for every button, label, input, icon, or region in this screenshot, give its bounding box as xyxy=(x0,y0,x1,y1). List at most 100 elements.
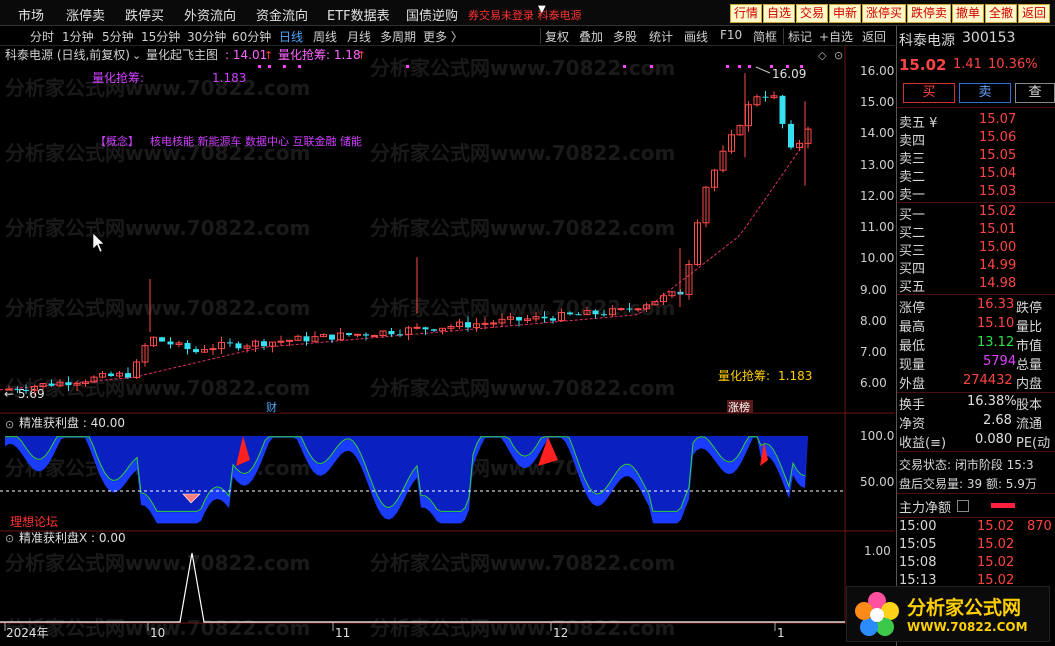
period-1min[interactable]: 1分钟 xyxy=(62,28,94,45)
quick-cancel-all-button[interactable]: 全撤 xyxy=(985,4,1018,23)
tool-overlay-button[interactable]: 叠加 xyxy=(579,28,603,45)
panel2-title: 精准获利盘 : 40.00 xyxy=(19,415,125,430)
watermark-text: 分析家公式网www.70822.com xyxy=(5,216,310,240)
stock-code: 300153 xyxy=(962,30,1016,46)
net-flow-bar xyxy=(991,503,1015,508)
ask-5-price[interactable]: 15.07 xyxy=(979,112,1016,127)
bid-3-price[interactable]: 15.00 xyxy=(979,240,1016,255)
price-tick: 13.00 xyxy=(860,158,894,172)
quick-cancel-button[interactable]: 撤单 xyxy=(952,4,985,23)
ask-1-price[interactable]: 15.03 xyxy=(979,184,1016,199)
ask-5-label: 卖五 ¥ xyxy=(899,116,938,131)
bid-2-price[interactable]: 15.01 xyxy=(979,222,1016,237)
quick-quote-button[interactable]: 行情 xyxy=(730,4,763,23)
stat-label: 涨停 xyxy=(899,301,926,316)
price-tick: 9.00 xyxy=(860,283,887,297)
candle-body xyxy=(193,349,199,353)
candle-body xyxy=(788,123,794,148)
quick-back-button[interactable]: 返回 xyxy=(1018,4,1051,23)
watermark-text: 分析家公式网www.70822.com xyxy=(5,376,310,400)
logo-title: 分析家公式网 xyxy=(907,597,1022,619)
candle-body xyxy=(397,334,403,336)
quick-limit-up-buy-button[interactable]: 涨停买 xyxy=(862,4,907,23)
time-label: 11 xyxy=(335,626,350,640)
chart-area[interactable]: 分析家公式网www.70822.com 分析家公式网www.70822.com … xyxy=(0,45,895,646)
finance-badge[interactable]: 财 xyxy=(266,400,277,414)
period-more[interactable]: 更多 〉 xyxy=(423,28,463,45)
price-tick: 12.00 xyxy=(860,189,894,203)
menu-foreign-flow[interactable]: 外资流向 xyxy=(184,5,236,24)
menu-limit-up-sell[interactable]: 涨停卖 xyxy=(66,5,105,24)
buy-button[interactable]: 买 xyxy=(903,83,955,103)
tool-adjust-button[interactable]: 复权 xyxy=(545,28,569,45)
period-30min[interactable]: 30分钟 xyxy=(187,28,226,45)
tool-frame-button[interactable]: 简框 xyxy=(753,28,777,45)
period-weekly[interactable]: 周线 xyxy=(313,28,337,45)
panel3-title: 精准获利盘X : 0.00 xyxy=(19,530,126,545)
tool-stats-button[interactable]: 统计 xyxy=(649,28,673,45)
quick-limit-down-sell-button[interactable]: 跌停卖 xyxy=(907,4,952,23)
period-intraday[interactable]: 分时 xyxy=(30,28,54,45)
options-circle-icon[interactable]: ⊙ xyxy=(5,532,14,545)
high-marker-line xyxy=(755,66,771,74)
candle-body xyxy=(634,308,642,311)
ask-4-label: 卖四 xyxy=(899,134,926,149)
trade-state: 交易状态: 闭市阶段 15:3 xyxy=(899,458,1034,472)
tool-back-button[interactable]: 返回 xyxy=(862,28,886,45)
stock-name: 科泰电源 xyxy=(899,33,955,49)
signal-dot xyxy=(406,65,409,68)
period-multi[interactable]: 多周期 xyxy=(380,28,416,45)
checkbox-icon[interactable] xyxy=(957,500,969,512)
period-daily[interactable]: 日线 xyxy=(279,28,303,45)
menu-limit-down-buy[interactable]: 跌停买 xyxy=(125,5,164,24)
bid-5-label: 买五 xyxy=(899,280,926,295)
sell-button[interactable]: 卖 xyxy=(959,83,1011,103)
tool-multi-stock-button[interactable]: 多股 xyxy=(613,28,637,45)
query-button[interactable]: 查 xyxy=(1015,83,1055,103)
candle-body xyxy=(465,322,471,328)
limit-up-badge[interactable]: 涨榜 xyxy=(728,400,750,414)
tick-price: 15.02 xyxy=(977,519,1015,534)
tool-f10-button[interactable]: F10 xyxy=(720,28,742,42)
dropdown-triangle-icon[interactable]: ▼ xyxy=(538,4,546,15)
period-60min[interactable]: 60分钟 xyxy=(232,28,271,45)
bid-5-price[interactable]: 14.98 xyxy=(979,276,1016,291)
bid-4-price[interactable]: 14.99 xyxy=(979,258,1016,273)
candle-body xyxy=(779,95,786,124)
divider xyxy=(897,493,1055,494)
candle-body xyxy=(14,389,21,391)
ask-2-price[interactable]: 15.04 xyxy=(979,166,1016,181)
after-hours-volume: 盘后交易量: 39 额: 5.9万 xyxy=(899,477,1037,491)
divider xyxy=(897,202,1055,203)
price-tick: 6.00 xyxy=(860,376,887,390)
quick-trade-button[interactable]: 交易 xyxy=(796,4,829,23)
period-monthly[interactable]: 月线 xyxy=(347,28,371,45)
bid-1-price[interactable]: 15.02 xyxy=(979,204,1016,219)
stat-label: 跌停 xyxy=(1016,301,1043,316)
tool-draw-button[interactable]: 画线 xyxy=(684,28,708,45)
tool-mark-button[interactable]: 标记 xyxy=(788,28,812,45)
quick-watchlist-button[interactable]: 自选 xyxy=(763,4,796,23)
period-5min[interactable]: 5分钟 xyxy=(102,28,134,45)
ask-3-price[interactable]: 15.05 xyxy=(979,148,1016,163)
login-alert[interactable]: 券交易未登录 科泰电源 xyxy=(468,7,582,23)
ask-4-price[interactable]: 15.06 xyxy=(979,130,1016,145)
tool-add-watch-button[interactable]: +自选 xyxy=(819,28,853,45)
candle-body xyxy=(762,96,769,98)
net-flow-label[interactable]: 主力净额 xyxy=(899,497,951,516)
candle-body xyxy=(388,330,395,335)
bid-3-label: 买三 xyxy=(899,244,926,259)
stat-label: 最高 xyxy=(899,320,926,335)
quick-ipo-button[interactable]: 申新 xyxy=(829,4,862,23)
candle-body xyxy=(184,342,191,350)
menu-repo[interactable]: 国债逆购 xyxy=(406,5,458,24)
time-label: 12 xyxy=(553,626,568,640)
menu-etf-table[interactable]: ETF数据表 xyxy=(327,5,390,24)
settings-diamond-icon[interactable]: ◇ xyxy=(818,49,827,62)
options-circle-icon[interactable]: ⊙ xyxy=(834,49,843,62)
options-circle-icon[interactable]: ⊙ xyxy=(5,418,14,431)
menu-market[interactable]: 市场 xyxy=(18,5,44,24)
menu-capital-flow[interactable]: 资金流向 xyxy=(256,5,308,24)
period-15min[interactable]: 15分钟 xyxy=(141,28,180,45)
divider xyxy=(897,107,1055,108)
